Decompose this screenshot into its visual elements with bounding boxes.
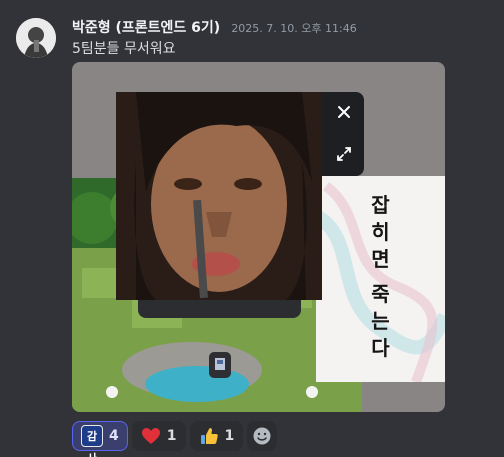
caption-char: 죽 xyxy=(371,282,390,306)
face-photo xyxy=(116,92,322,300)
reaction-count: 1 xyxy=(166,428,177,444)
text-card-image: 잡 히 면 죽 는 다 xyxy=(316,176,445,382)
caption-char: 잡 xyxy=(371,193,390,217)
game-item-icon xyxy=(209,352,231,378)
caption-char: 면 xyxy=(371,247,390,271)
expand-icon[interactable] xyxy=(334,144,354,164)
thanks-emoji-icon: 감사 xyxy=(81,425,103,457)
message-text: 5팀분들 무서워요 xyxy=(72,41,176,57)
message-header: 박준형 (프론트엔드 6기) 2025. 7. 10. 오후 11:46 xyxy=(72,17,357,37)
overlay-panel-footer xyxy=(138,298,301,318)
heart-icon xyxy=(141,428,160,444)
reaction-bar: 감사 4 1 1 xyxy=(72,421,278,457)
reaction-count: 4 xyxy=(109,428,119,444)
thumbs-up-icon xyxy=(200,428,218,444)
smiley-icon xyxy=(253,427,271,445)
caption-char: 히 xyxy=(371,220,390,244)
reaction-thumbs-up[interactable]: 1 xyxy=(189,421,244,451)
image-attachment[interactable]: 잡 히 면 죽 는 다 xyxy=(72,62,445,412)
close-icon[interactable] xyxy=(334,102,354,122)
username[interactable]: 박준형 (프론트엔드 6기) xyxy=(72,20,220,36)
avatar-illustration xyxy=(16,18,56,58)
reaction-heart[interactable]: 1 xyxy=(131,421,186,451)
reaction-count: 1 xyxy=(224,428,235,444)
add-reaction-button[interactable] xyxy=(247,421,278,451)
avatar[interactable] xyxy=(16,18,56,58)
reaction-thanks[interactable]: 감사 4 xyxy=(72,421,128,457)
timestamp[interactable]: 2025. 7. 10. 오후 11:46 xyxy=(231,22,356,35)
caption-char: 다 xyxy=(371,336,390,360)
caption-char: 는 xyxy=(371,309,390,333)
vertical-caption: 잡 히 면 죽 는 다 xyxy=(316,192,445,362)
